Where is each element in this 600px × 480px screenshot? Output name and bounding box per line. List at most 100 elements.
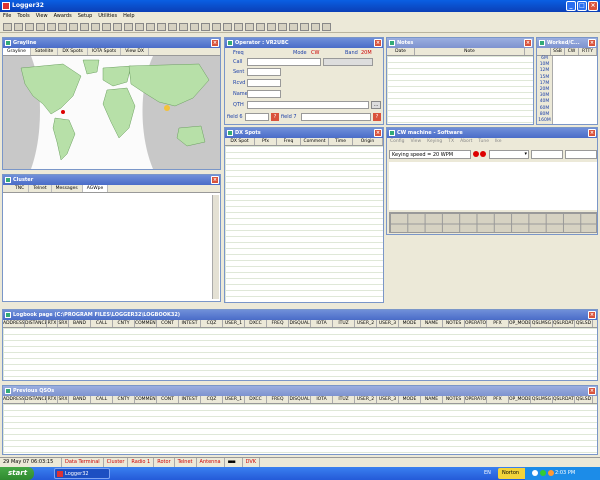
col-user3[interactable]: USER_3	[377, 320, 399, 327]
cw-menu-abort[interactable]: Abort	[460, 138, 472, 146]
cw-text-area[interactable]	[389, 162, 597, 210]
tab-messages[interactable]: Messages	[52, 185, 83, 192]
col-user1[interactable]: USER_1	[223, 396, 245, 403]
col-qslmsg[interactable]: QSLMSG	[531, 396, 553, 403]
start-button[interactable]: start	[0, 467, 34, 480]
status-cluster[interactable]: Cluster	[104, 458, 129, 467]
cw-menu-view[interactable]: View	[410, 138, 421, 146]
col-rtx[interactable]: RTX	[47, 320, 58, 327]
col-disqual[interactable]: DISQUAL	[289, 320, 311, 327]
tab-grayline[interactable]: Grayline	[3, 48, 31, 55]
close-icon[interactable]: ×	[588, 387, 596, 395]
toolbar-button[interactable]	[190, 23, 199, 31]
toolbar-button[interactable]	[256, 23, 265, 31]
col-cqz[interactable]: CQZ	[201, 396, 223, 403]
col-call[interactable]: CALL	[91, 320, 113, 327]
rcvd-input[interactable]	[247, 79, 281, 87]
field6-help-button[interactable]: ?	[271, 113, 279, 121]
col-dxcc[interactable]: DXCC	[245, 396, 267, 403]
col-call[interactable]: CALL	[91, 396, 113, 403]
toolbar-button[interactable]	[157, 23, 166, 31]
toolbar-button[interactable]	[289, 23, 298, 31]
status-data-terminal[interactable]: Data Terminal	[62, 458, 104, 467]
minimize-icon[interactable]: _	[566, 1, 576, 11]
toolbar-button[interactable]	[300, 23, 309, 31]
toolbar-button[interactable]	[124, 23, 133, 31]
status-radio[interactable]: Radio 1	[128, 458, 155, 467]
col-intest[interactable]: INTEST	[179, 320, 201, 327]
toolbar-button[interactable]	[245, 23, 254, 31]
col-cqz[interactable]: CQZ	[201, 320, 223, 327]
toolbar-button[interactable]	[179, 23, 188, 31]
col-dxcc[interactable]: DXCC	[245, 320, 267, 327]
menu-awards[interactable]: Awards	[54, 12, 72, 21]
col-time[interactable]: Time	[329, 138, 353, 145]
col-user1[interactable]: USER_1	[223, 320, 245, 327]
taskbar-app-button[interactable]: Logger32	[54, 468, 110, 479]
menu-tools[interactable]: Tools	[17, 12, 29, 21]
col-cnty[interactable]: CNTY	[113, 396, 135, 403]
menu-file[interactable]: File	[3, 12, 11, 21]
toolbar-button[interactable]	[234, 23, 243, 31]
col-note[interactable]: Note	[415, 48, 525, 55]
menu-utilities[interactable]: Utilities	[98, 12, 117, 21]
status-rotor[interactable]: Rotor	[154, 458, 175, 467]
col-band[interactable]: BAND	[69, 320, 91, 327]
toolbar-button[interactable]	[25, 23, 34, 31]
col-srx[interactable]: SRX	[58, 396, 69, 403]
col-pfx[interactable]: PFX	[487, 320, 509, 327]
toolbar-button[interactable]	[36, 23, 45, 31]
toolbar-button[interactable]	[113, 23, 122, 31]
field7-input[interactable]	[301, 113, 371, 121]
cw-menu-tune[interactable]: Tune	[478, 138, 489, 146]
toolbar-button[interactable]	[146, 23, 155, 31]
col-qslrdate[interactable]: QSLRDATE	[553, 396, 575, 403]
tab-tnc[interactable]: TNC	[11, 185, 30, 192]
sent-input[interactable]	[247, 68, 281, 76]
col-cont[interactable]: CONT	[157, 396, 179, 403]
toolbar-button[interactable]	[278, 23, 287, 31]
col-mode[interactable]: MODE	[399, 396, 421, 403]
col-freq[interactable]: Freq	[277, 138, 301, 145]
close-icon[interactable]: ×	[588, 311, 596, 319]
maximize-icon[interactable]: □	[577, 1, 587, 11]
name-input[interactable]	[247, 90, 281, 98]
status-antenna[interactable]: Antenna	[197, 458, 225, 467]
col-rtx[interactable]: RTX	[47, 396, 58, 403]
close-icon[interactable]: ×	[588, 39, 596, 47]
col-notes[interactable]: NOTES	[443, 320, 465, 327]
qth-lookup-button[interactable]: ...	[371, 101, 381, 109]
col-disqual[interactable]: DISQUAL	[289, 396, 311, 403]
col-comment[interactable]: COMMENT	[135, 320, 157, 327]
tab-agwpe[interactable]: AGWpe	[82, 185, 109, 192]
close-icon[interactable]: ×	[588, 1, 598, 11]
col-freq[interactable]: FREQ	[267, 396, 289, 403]
col-qslrdate[interactable]: QSLRDATE	[553, 320, 575, 327]
cw-input-1[interactable]	[531, 150, 563, 159]
toolbar-button[interactable]	[223, 23, 232, 31]
col-pfx[interactable]: Pfx	[255, 138, 277, 145]
toolbar-button[interactable]	[69, 23, 78, 31]
col-op-mode[interactable]: OP_MODE	[509, 320, 531, 327]
col-user3[interactable]: USER_3	[377, 396, 399, 403]
menu-view[interactable]: View	[36, 12, 48, 21]
col-operator[interactable]: OPERATOR	[465, 320, 487, 327]
col-qslmsg[interactable]: QSLMSG	[531, 320, 553, 327]
col-mode[interactable]: MODE	[399, 320, 421, 327]
toolbar-button[interactable]	[14, 23, 23, 31]
cw-menu-keying[interactable]: Keying	[427, 138, 442, 146]
col-user2[interactable]: USER_2	[355, 320, 377, 327]
col-op-mode[interactable]: OP_MODE	[509, 396, 531, 403]
col-cnty[interactable]: CNTY	[113, 320, 135, 327]
col-qslsd[interactable]: QSLSD	[575, 320, 593, 327]
cw-menu-config[interactable]: Config	[390, 138, 404, 146]
toolbar-button[interactable]	[311, 23, 320, 31]
col-address[interactable]: ADDRESS	[3, 320, 25, 327]
field7-help-button[interactable]: ?	[373, 113, 381, 121]
toolbar-button[interactable]	[58, 23, 67, 31]
col-qslsd[interactable]: QSLSD	[575, 396, 593, 403]
tray-clock[interactable]: 2:03 PM	[555, 470, 575, 476]
tray-icon[interactable]	[532, 470, 538, 476]
cw-input-2[interactable]	[565, 150, 597, 159]
close-icon[interactable]: ×	[588, 129, 596, 137]
